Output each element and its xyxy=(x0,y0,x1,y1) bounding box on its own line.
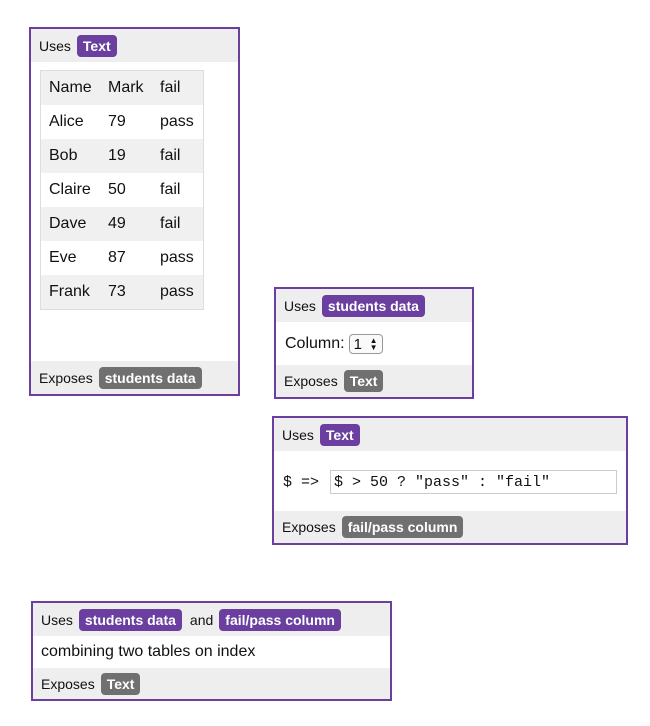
students-table: Name Mark fail Alice 79 pass Bob 19 fail Claire 50… xyxy=(40,70,204,310)
exposes-tag-text[interactable]: Text xyxy=(343,370,384,392)
param-label: $ => xyxy=(283,473,320,491)
exposes-tag-fail-pass-column[interactable]: fail/pass column xyxy=(341,516,464,538)
table-cell: Dave xyxy=(41,207,100,241)
table-cell: pass xyxy=(152,105,203,139)
exposes-tag-students-data[interactable]: students data xyxy=(98,366,202,389)
exposes-tag-text[interactable]: Text xyxy=(100,672,141,695)
column-value: 1 xyxy=(353,335,362,353)
table-row: Eve 87 pass xyxy=(41,241,203,275)
table-cell: 49 xyxy=(100,207,152,241)
table-cell: 87 xyxy=(100,241,152,275)
exposes-bar: Exposes students data xyxy=(31,361,238,394)
table-row: Claire 50 fail xyxy=(41,173,203,207)
table-cell: pass xyxy=(152,241,203,275)
combine-node: Uses students data and fail/pass column … xyxy=(31,601,392,701)
table-header-row: Name Mark fail xyxy=(41,71,203,105)
table-cell: Alice xyxy=(41,105,100,139)
exposes-bar: Exposes Text xyxy=(276,365,472,397)
exposes-label: Exposes xyxy=(39,369,93,386)
uses-label: Uses xyxy=(41,611,73,628)
table-row: Dave 49 fail xyxy=(41,207,203,241)
table-cell: 79 xyxy=(100,105,152,139)
column-stepper[interactable]: 1 ▲ ▼ xyxy=(348,334,383,354)
table-cell: Frank xyxy=(41,275,100,309)
and-text: and xyxy=(189,611,214,628)
expression-row: $ => $ > 50 ? "pass" : "fail" xyxy=(274,451,626,513)
table-row: Alice 79 pass xyxy=(41,105,203,139)
uses-tag-text[interactable]: Text xyxy=(319,423,360,446)
table-cell: Bob xyxy=(41,139,100,173)
column-label: Column: xyxy=(285,335,345,352)
uses-bar: Uses students data and fail/pass column xyxy=(33,603,390,636)
table-cell: pass xyxy=(152,275,203,309)
stepper-arrows-icon[interactable]: ▲ ▼ xyxy=(370,337,378,352)
table-cell: Eve xyxy=(41,241,100,275)
table-cell: Claire xyxy=(41,173,100,207)
column-row: Column: 1 ▲ ▼ xyxy=(276,322,472,366)
table-cell: 50 xyxy=(100,173,152,207)
uses-label: Uses xyxy=(39,37,71,54)
table-cell: 19 xyxy=(100,139,152,173)
table-cell: fail xyxy=(152,207,203,241)
exposes-label: Exposes xyxy=(284,373,338,389)
column-select-node: Uses students data Column: 1 ▲ ▼ Exposes … xyxy=(274,287,474,399)
uses-bar: Uses students data xyxy=(276,289,472,322)
table-row: Bob 19 fail xyxy=(41,139,203,173)
expression-text: $ > 50 ? "pass" : "fail" xyxy=(334,473,551,491)
uses-tag-students-data[interactable]: students data xyxy=(78,608,182,631)
uses-tag-fail-pass-column[interactable]: fail/pass column xyxy=(219,608,341,631)
table-cell: fail xyxy=(152,139,203,173)
expression-input[interactable]: $ > 50 ? "pass" : "fail" xyxy=(330,470,617,494)
table-header-cell: Mark xyxy=(100,71,152,105)
uses-tag-students-data[interactable]: students data xyxy=(321,294,425,317)
uses-label: Uses xyxy=(284,297,316,314)
uses-tag-text[interactable]: Text xyxy=(76,34,117,57)
exposes-label: Exposes xyxy=(41,675,95,692)
table-header-cell: fail xyxy=(152,71,203,105)
expression-node: Uses Text $ => $ > 50 ? "pass" : "fail" … xyxy=(272,416,628,545)
table-cell: fail xyxy=(152,173,203,207)
combine-description: combining two tables on index xyxy=(41,643,256,660)
exposes-label: Exposes xyxy=(282,519,336,535)
table-row: Frank 73 pass xyxy=(41,275,203,309)
exposes-bar: Exposes fail/pass column xyxy=(274,511,626,543)
students-table-node: Uses Text Name Mark fail Alice 79 pass Bob 19 fa… xyxy=(29,27,240,396)
uses-bar: Uses Text xyxy=(274,418,626,451)
table-cell: 73 xyxy=(100,275,152,309)
uses-label: Uses xyxy=(282,426,314,443)
table-header-cell: Name xyxy=(41,71,100,105)
uses-bar: Uses Text xyxy=(31,29,238,62)
exposes-bar: Exposes Text xyxy=(33,668,390,699)
